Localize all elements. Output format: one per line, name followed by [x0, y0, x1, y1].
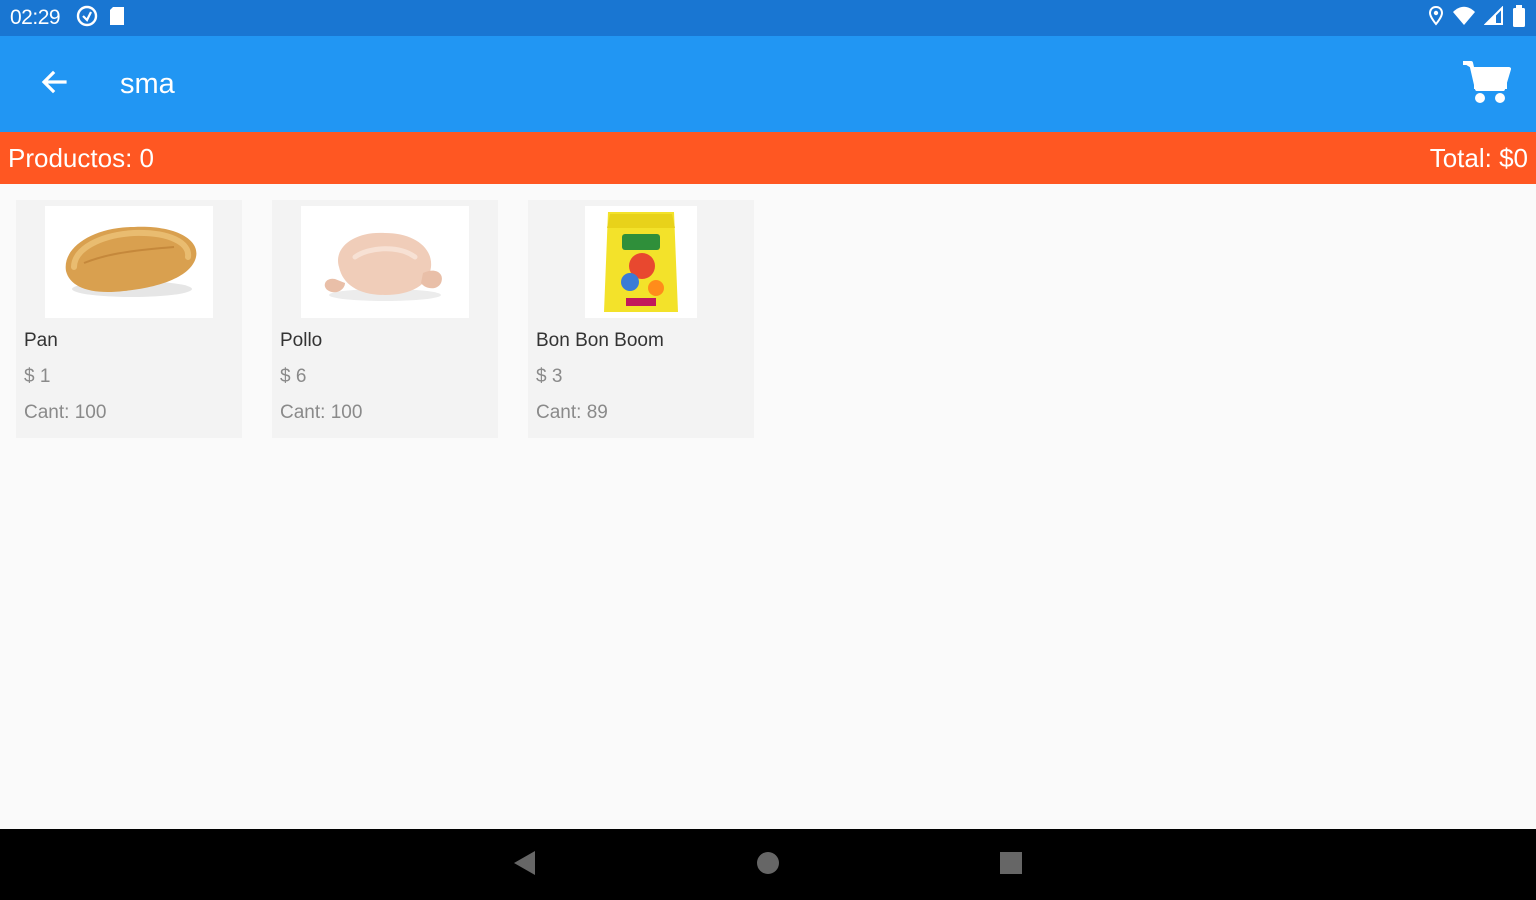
product-card[interactable]: Bon Bon Boom $ 3 Cant: 89 — [528, 200, 754, 438]
product-price: $ 1 — [24, 366, 51, 387]
location-icon — [1428, 5, 1444, 32]
circle-home-icon — [755, 850, 781, 881]
candy-bag-image — [585, 206, 697, 318]
nav-home-button[interactable] — [752, 849, 784, 881]
nav-recents-button[interactable] — [995, 849, 1027, 881]
square-recents-icon — [999, 851, 1023, 880]
product-grid-area: Pan $ 1 Cant: 100 Pollo $ 6 Cant: 100 Bo… — [0, 184, 1536, 829]
products-count: Productos: 0 — [8, 142, 154, 173]
shopping-cart-icon — [1461, 59, 1511, 110]
product-quantity: Cant: 100 — [24, 402, 107, 423]
product-name: Pan — [24, 330, 58, 351]
product-price: $ 3 — [536, 366, 563, 387]
summary-bar: Productos: 0 Total: $0 — [0, 132, 1536, 184]
status-right-icons — [1428, 4, 1526, 32]
app-bar: sma — [0, 36, 1536, 132]
arrow-back-icon — [39, 67, 69, 102]
product-card[interactable]: Pan $ 1 Cant: 100 — [16, 200, 242, 438]
triangle-back-icon — [511, 849, 537, 882]
app-title: sma — [120, 67, 175, 100]
bread-image — [45, 206, 213, 318]
nav-back-button[interactable] — [508, 849, 540, 881]
battery-icon — [1512, 4, 1526, 32]
status-bar: 02:29 — [0, 0, 1536, 36]
cart-button[interactable] — [1456, 54, 1516, 114]
product-name: Bon Bon Boom — [536, 330, 664, 351]
navigation-bar — [0, 829, 1536, 900]
status-time: 02:29 — [10, 6, 61, 29]
product-grid: Pan $ 1 Cant: 100 Pollo $ 6 Cant: 100 Bo… — [16, 200, 754, 438]
total-amount: Total: $0 — [1429, 142, 1528, 173]
chicken-image — [301, 206, 469, 318]
back-button[interactable] — [26, 56, 82, 112]
product-name: Pollo — [280, 330, 323, 351]
product-price: $ 6 — [280, 366, 307, 387]
product-quantity: Cant: 89 — [536, 402, 608, 423]
sd-card-icon — [108, 5, 126, 32]
wifi-icon — [1452, 6, 1476, 31]
data-saver-icon — [76, 5, 98, 32]
product-quantity: Cant: 100 — [280, 402, 363, 423]
status-left-icons — [76, 5, 126, 32]
product-card[interactable]: Pollo $ 6 Cant: 100 — [272, 200, 498, 438]
cell-signal-icon — [1483, 5, 1504, 31]
